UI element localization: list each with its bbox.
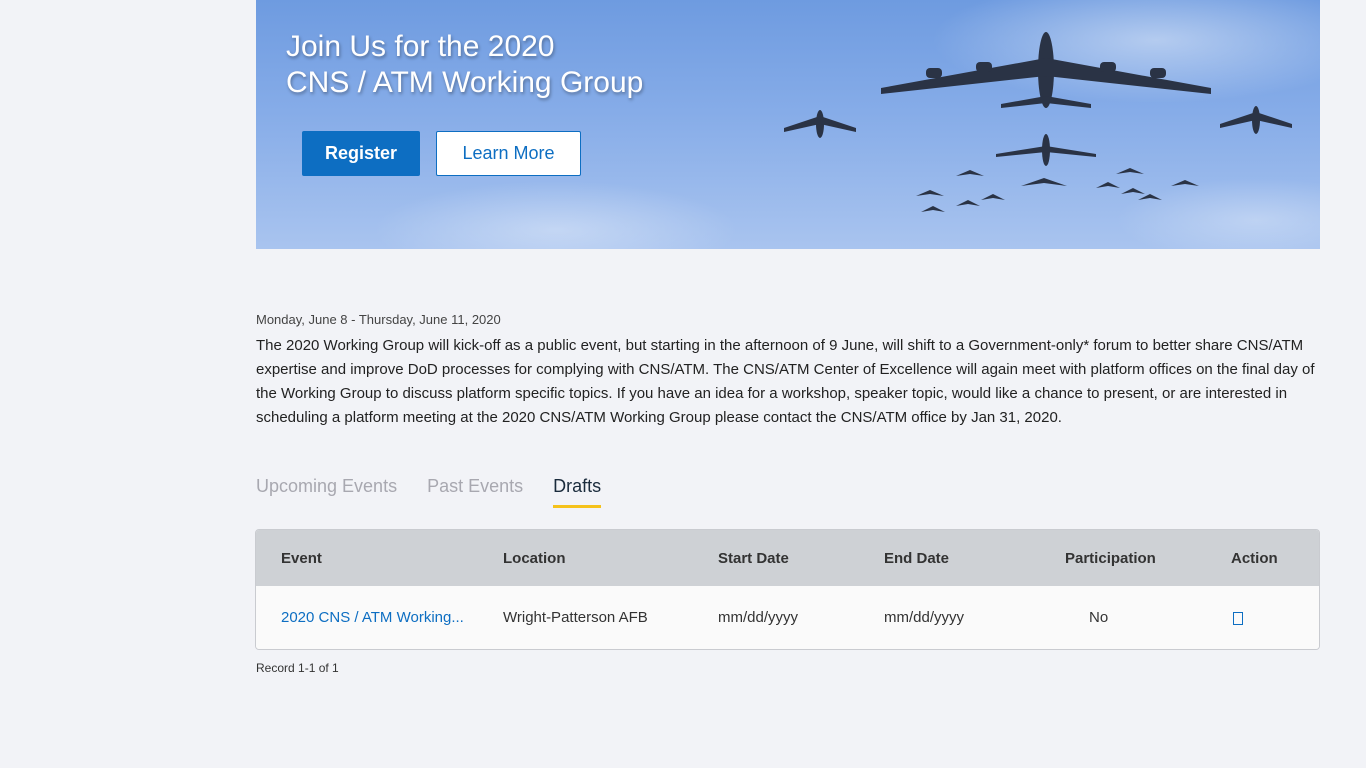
tab-past-events[interactable]: Past Events <box>427 476 523 508</box>
hero-title: Join Us for the 2020 CNS / ATM Working G… <box>286 29 643 101</box>
edit-icon[interactable] <box>1233 611 1243 625</box>
hero-title-line1: Join Us for the 2020 <box>286 30 555 63</box>
event-description: The 2020 Working Group will kick-off as … <box>256 337 1315 426</box>
event-tabs: Upcoming Events Past Events Drafts <box>256 476 602 508</box>
participation-value: No <box>1089 609 1109 626</box>
event-date-range: Monday, June 8 - Thursday, June 11, 2020 <box>256 312 501 327</box>
column-header-location: Location <box>503 549 566 567</box>
hero-banner: Join Us for the 2020 CNS / ATM Working G… <box>256 0 1320 249</box>
register-button[interactable]: Register <box>302 131 420 176</box>
cell-action <box>1231 586 1319 649</box>
cell-end-date: mm/dd/yyyy <box>884 609 965 626</box>
event-link[interactable]: 2020 CNS / ATM Working... <box>281 609 464 626</box>
cell-event: 2020 CNS / ATM Working... <box>256 586 503 649</box>
cell-location: Wright-Patterson AFB <box>503 609 648 626</box>
column-header-end-date: End Date <box>884 549 950 567</box>
column-header-participation: Participation <box>1065 549 1156 567</box>
hero-title-line2: CNS / ATM Working Group <box>286 66 644 99</box>
cell-start-date: mm/dd/yyyy <box>718 609 799 626</box>
learn-more-button[interactable]: Learn More <box>436 131 581 176</box>
cell-participation: No <box>1065 586 1231 649</box>
tab-drafts[interactable]: Drafts <box>553 476 602 508</box>
tab-upcoming-events[interactable]: Upcoming Events <box>256 476 397 508</box>
column-header-event: Event <box>281 549 322 567</box>
events-table: Event Location Start Date End Date Parti… <box>255 529 1320 650</box>
table-header-row: Event Location Start Date End Date Parti… <box>256 530 1319 586</box>
record-count: Record 1-1 of 1 <box>256 661 339 675</box>
column-header-start-date: Start Date <box>718 549 789 567</box>
aircraft-formation-image <box>784 32 1292 212</box>
column-header-action: Action <box>1231 549 1278 567</box>
table-row: 2020 CNS / ATM Working... Wright-Patters… <box>256 586 1319 649</box>
